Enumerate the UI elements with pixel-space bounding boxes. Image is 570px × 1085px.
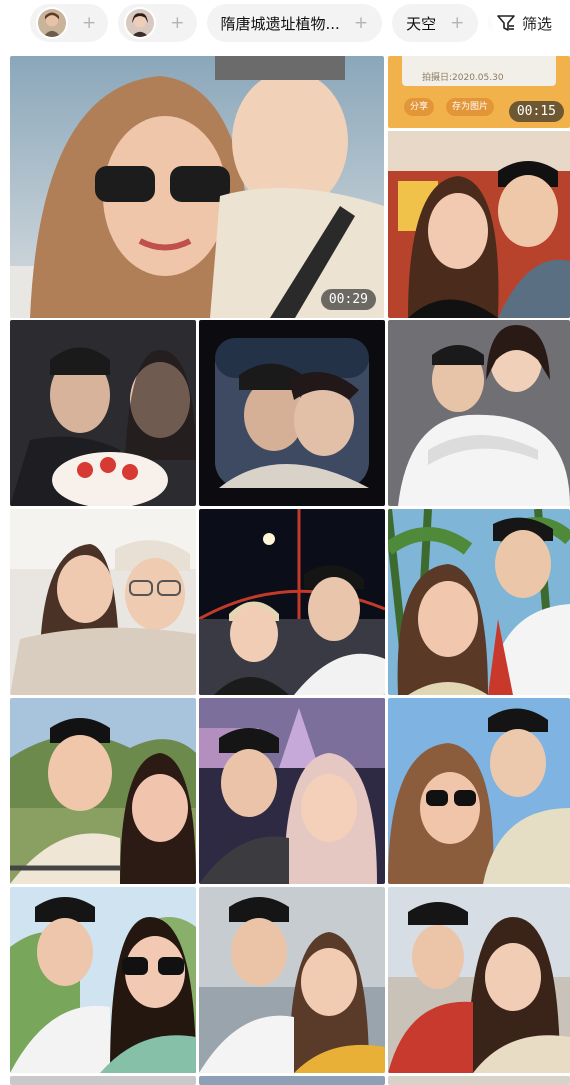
photo-preview xyxy=(199,1076,385,1085)
couple-photo xyxy=(10,320,196,506)
sky-chip[interactable]: 天空 + xyxy=(392,4,479,42)
couple-photo xyxy=(388,320,570,506)
person-chip-1[interactable]: + xyxy=(30,4,109,42)
couple-photo xyxy=(10,509,196,695)
photo-tile[interactable] xyxy=(199,320,385,506)
video-duration: 00:15 xyxy=(508,101,564,122)
couple-photo xyxy=(10,887,196,1073)
card-date: 拍摄日:2020.05.30 xyxy=(422,73,504,83)
photo-tile[interactable] xyxy=(10,320,196,506)
photo-tile[interactable] xyxy=(388,1076,570,1085)
couple-photo xyxy=(388,131,570,318)
photo-tile[interactable] xyxy=(199,509,385,695)
chip-label: 天空 xyxy=(406,14,437,33)
couple-photo xyxy=(10,56,384,318)
photo-tile[interactable] xyxy=(199,1076,385,1085)
add-plus-icon: + xyxy=(170,12,185,33)
photo-tile[interactable] xyxy=(10,887,196,1073)
couple-photo xyxy=(199,698,385,884)
couple-photo xyxy=(10,698,196,884)
filter-label: 筛选 xyxy=(521,14,552,33)
person-chip-2[interactable]: + xyxy=(118,4,197,42)
couple-photo xyxy=(199,320,385,506)
couple-photo xyxy=(199,509,385,695)
filter-button[interactable]: 筛选 xyxy=(480,0,570,46)
couple-photo xyxy=(388,698,570,884)
photo-tile[interactable] xyxy=(199,698,385,884)
place-chip[interactable]: 隋唐城遗址植物... + xyxy=(206,4,383,42)
video-duration: 00:29 xyxy=(320,289,376,310)
video-tile-card[interactable]: 拍摄日:2020.05.30 分享 存为图片 00:15 xyxy=(388,56,570,128)
add-plus-icon: + xyxy=(82,12,97,33)
person-avatar-icon xyxy=(124,7,157,39)
video-tile-large[interactable]: 00:29 xyxy=(10,56,384,318)
share-button[interactable]: 分享 xyxy=(404,98,435,116)
person-avatar-icon xyxy=(36,7,68,39)
photo-tile[interactable] xyxy=(388,131,570,318)
chip-label: 隋唐城遗址植物... xyxy=(220,14,340,33)
photo-tile[interactable] xyxy=(10,1076,196,1085)
couple-photo xyxy=(388,509,570,695)
photo-preview xyxy=(10,1076,196,1085)
add-plus-icon: + xyxy=(353,12,369,33)
couple-photo xyxy=(199,887,385,1073)
photo-tile[interactable] xyxy=(388,887,570,1073)
photo-tile[interactable] xyxy=(388,320,570,506)
photo-tile[interactable] xyxy=(10,698,196,884)
photo-tile[interactable] xyxy=(388,698,570,884)
save-image-button[interactable]: 存为图片 xyxy=(446,98,495,116)
photo-tile[interactable] xyxy=(388,509,570,695)
filter-bar: + + 隋唐城遗址植物... + 天空 + 自拍 + 筛选 xyxy=(0,0,570,50)
photo-tile[interactable] xyxy=(10,509,196,695)
couple-photo xyxy=(388,887,570,1073)
photo-tile[interactable] xyxy=(199,887,385,1073)
add-plus-icon: + xyxy=(450,12,465,33)
photo-preview xyxy=(388,1076,570,1085)
filter-funnel-icon xyxy=(497,15,515,31)
